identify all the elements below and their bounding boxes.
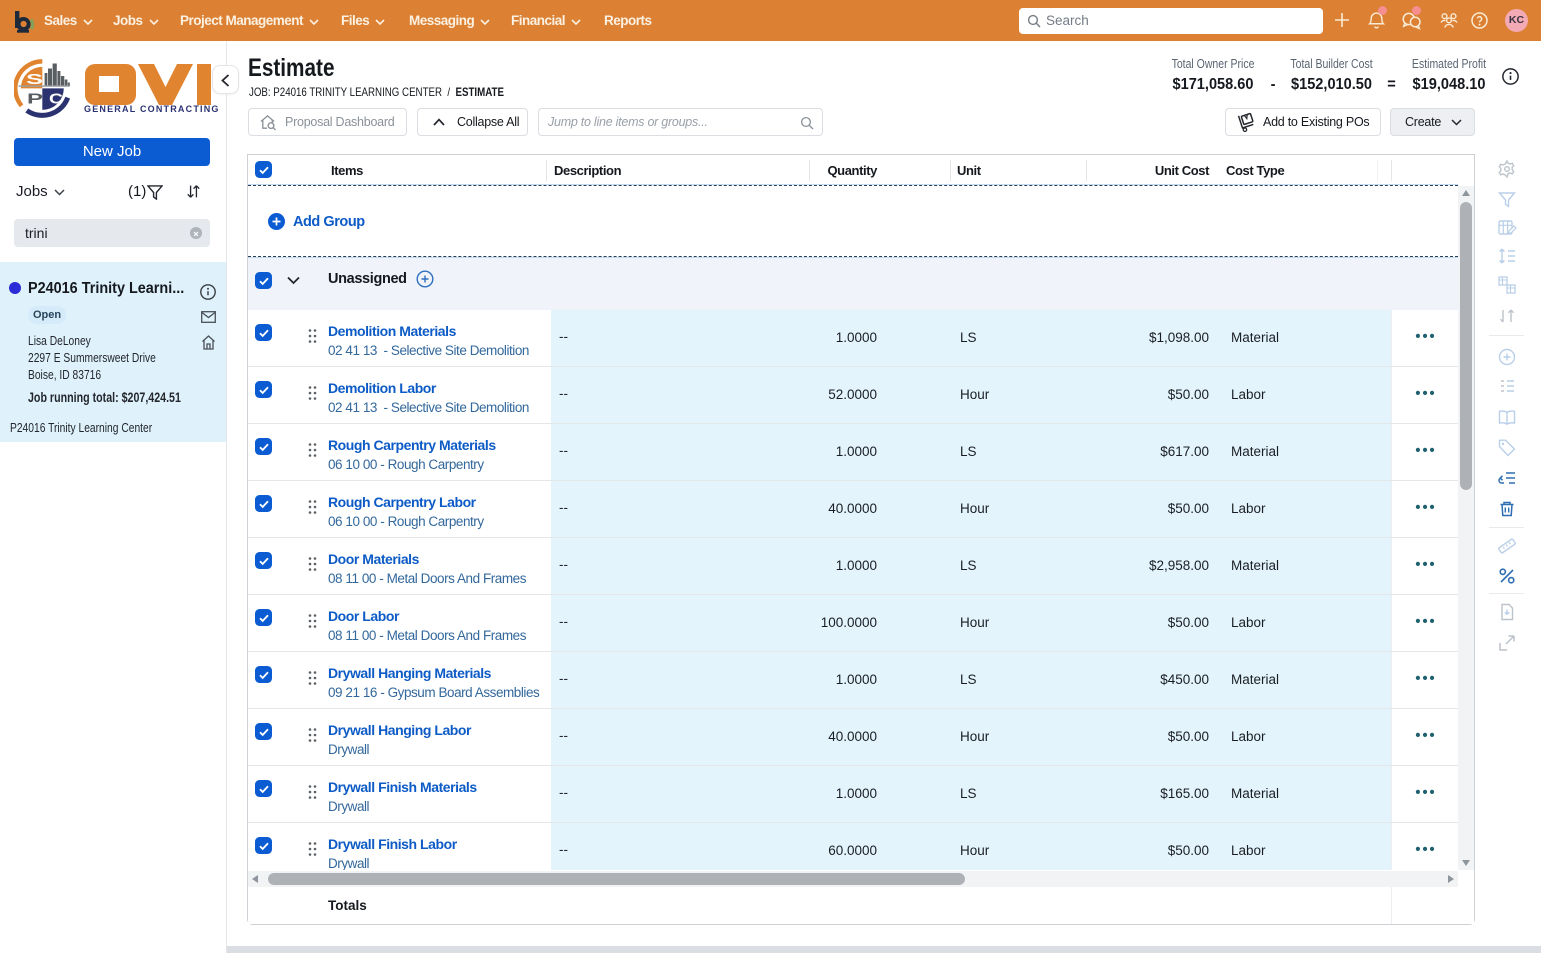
svg-text:GENERAL CONTRACTING: GENERAL CONTRACTING bbox=[84, 104, 220, 114]
svg-text:P: P bbox=[27, 91, 43, 108]
svg-text:S: S bbox=[26, 71, 43, 88]
svg-text:C: C bbox=[49, 91, 63, 108]
